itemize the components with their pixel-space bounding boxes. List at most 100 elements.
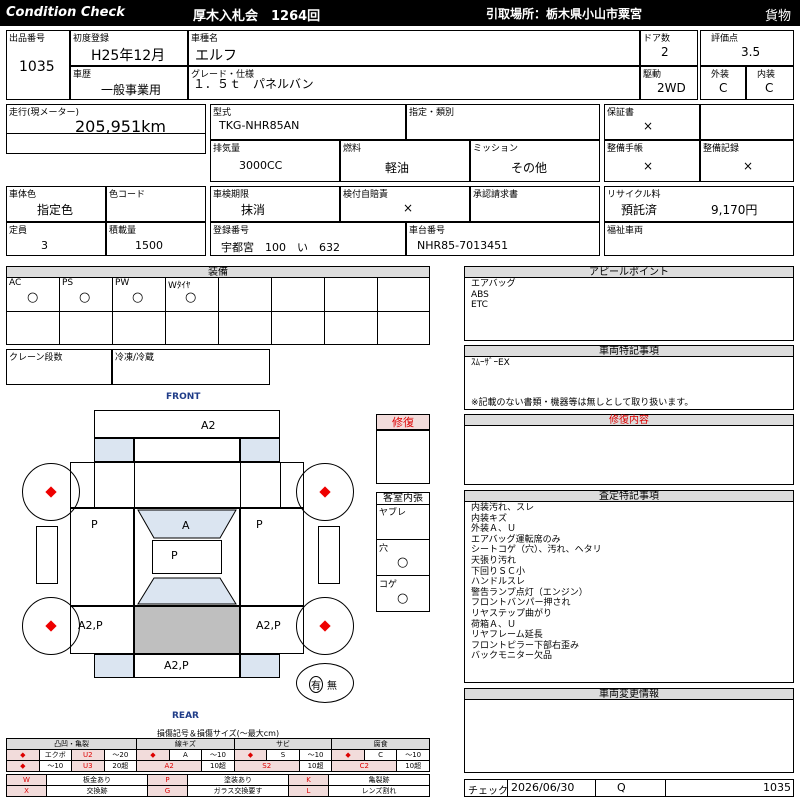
rear-left-tire [22,597,80,655]
maintenance-book: × [643,159,654,173]
left-mirror [36,526,58,584]
crane-box: クレーン段数 [6,349,112,385]
legend-cell: ガラス交換要す [187,785,289,797]
displacement: 3000CC [239,159,283,172]
chassis-number: NHR85-7013451 [417,239,509,252]
legend-cell: ◆ [6,749,40,761]
legend-cell: W [6,774,47,786]
assessment-line: 警告ランプ点灯（エンジン） [471,587,588,598]
legend-cell: A [168,749,203,761]
repair-content-box [464,425,794,485]
legend-cell: 塗装あり [187,774,289,786]
fuel-label: 燃料 [343,144,362,154]
designation-box: 指定・類別 [406,104,600,140]
plate-label: 登録番号 [213,226,250,236]
spare-tire: 有 無 [296,663,354,703]
legend-cell: 〜20 [103,749,138,761]
change-info-box [464,699,794,773]
load-box: 積載量 1500 [106,222,206,256]
check-date: 2026/06/30 [511,781,575,794]
special-note-disclaimer: ※記載のない書類・機器等は無しとして取り扱います。 [471,398,694,408]
roof-mark: P [171,549,178,562]
warranty-box: 保証書 × [604,104,700,140]
legend-table-repair: W 板金あり P 塗装あり K 亀裂跡 X 交換跡 G ガラス交換要す L レン… [6,774,430,797]
approval-label: 承認請求書 [473,190,519,200]
body-color-box: 車体色 指定色 [6,186,106,222]
history-label: 車歴 [73,70,92,80]
legend-cell: 〜10 [38,760,73,772]
assessment-line: 内装キズ [471,513,508,524]
maintenance-record: × [743,159,754,173]
recycle-box: リサイクル料 預託済 9,170円 [604,186,794,222]
cabin-burn-label: コゲ [379,580,398,590]
right-mirror [318,526,340,584]
body-color-label: 車体色 [9,190,37,200]
mission-box: ミッション その他 [470,140,600,182]
model: TKG-NHR85AN [219,119,300,132]
maintenance-book-box: 整備手帳 × [604,140,700,182]
grade-box: グレード・仕様 １．５ｔ パネルバン [188,66,640,100]
approval-box: 承認請求書 [470,186,600,222]
equipment-pw-mark: ○ [132,290,144,305]
mission-label: ミッション [473,144,519,154]
maintenance-record-label: 整備記録 [703,144,740,154]
liability-box: 検付自賠責 × [340,186,470,222]
plate-box: 登録番号 宇都宮 100 い 632 [210,222,406,256]
rear-right-corner [240,654,280,678]
check-row: チェック 2026/06/30 Q 1035 [464,779,794,797]
rear-right-tire [296,597,354,655]
assessment-line: リヤステップ曲がり [471,608,553,619]
rear-left-corner [94,654,134,678]
maintenance-book-label: 整備手帳 [607,144,644,154]
check-lot: 1035 [763,781,791,794]
designation-label: 指定・類別 [409,108,455,118]
front-left-tire [22,463,80,521]
history: 一般事業用 [101,83,162,97]
inspection-label: 車検期限 [213,190,250,200]
legend-group: 線キズ [136,738,235,750]
legend-cell: 〜10 [298,749,333,761]
legend-cell: 板金あり [46,774,148,786]
roof-panel [152,540,222,574]
score: 3.5 [741,45,761,59]
right-door-panel [240,508,304,606]
front-left-corner [94,438,134,462]
assessment-line: シートコゲ（穴）、汚れ、ヘタリ [471,545,602,556]
drive-box: 駆動 2WD [640,66,698,100]
repair-title: 修復 [376,414,430,430]
chassis-box: 車台番号 NHR85-7013451 [406,222,600,256]
model-box: 型式 TKG-NHR85AN [210,104,406,140]
lot-number: 1035 [19,59,55,75]
lot-label: 出品番号 [9,34,46,44]
legend-cell: 〜10 [201,749,235,761]
front-label: FRONT [166,392,201,402]
displacement-box: 排気量 3000CC [210,140,340,182]
legend-cell: 亀裂跡 [328,774,430,786]
capacity: 3 [41,239,48,252]
legend-cell: C [363,749,398,761]
equipment-ac-label: AC [9,278,22,288]
legend-cell: 〜10 [396,749,430,761]
color-code-box: 色コード [106,186,206,222]
legend-cell: U2 [71,749,105,761]
assessment-line: 荷箱Ａ、Ｕ [471,619,517,630]
legend-cell: 10超 [298,760,333,772]
legend-cell: 20超 [103,760,138,772]
liability: × [403,201,414,215]
load-capacity: 1500 [135,239,163,252]
equipment-ps-label: PS [62,278,74,288]
assessment-line: エアバッグ運転席のみ [471,534,561,545]
liability-label: 検付自賠責 [343,190,389,200]
interior-grade: C [765,81,774,95]
legend-cell: U3 [71,760,105,772]
maintenance-record-box: 整備記録 × [700,140,794,182]
legend-cell: 10超 [201,760,235,772]
checker: Q [617,781,626,794]
cabin-burn-mark: ○ [397,591,409,606]
vehicle-category: 貨物 [765,9,792,24]
special-notes-box: ｽﾑｰｻﾞｰEX ※記載のない書類・機器等は無しとして取り扱います。 [464,356,794,410]
freezer-label: 冷凍/冷蔵 [115,353,155,363]
chassis-label: 車台番号 [409,226,446,236]
legend-cell: ◆ [6,760,40,772]
assessment-line: 外装Ａ、Ｕ [471,524,517,535]
